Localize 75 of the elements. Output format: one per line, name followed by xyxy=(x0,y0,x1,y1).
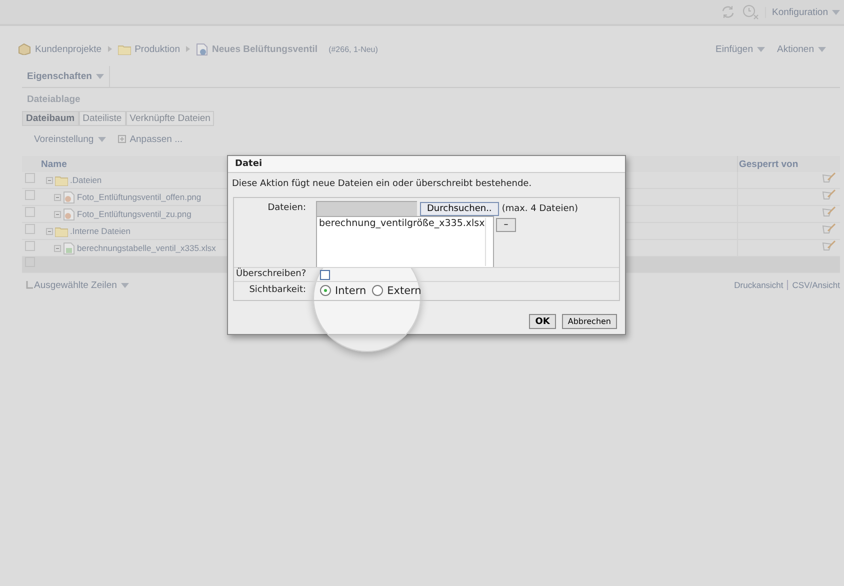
caret-icon xyxy=(818,46,826,52)
plus-box-icon[interactable] xyxy=(118,135,126,143)
row-checkbox[interactable] xyxy=(25,240,35,250)
field-label: Sichtbarkeit: xyxy=(234,281,316,299)
row-checkbox[interactable] xyxy=(25,172,35,182)
collapse-icon[interactable] xyxy=(46,228,53,234)
overwrite-checkbox[interactable] xyxy=(320,270,330,280)
collapse-icon[interactable] xyxy=(54,210,61,218)
row-checkbox[interactable] xyxy=(25,224,35,234)
file-name[interactable]: Foto_Entlüftungsventil_offen.png xyxy=(77,190,202,204)
selected-rows-menu[interactable]: Ausgewählte Zeilen xyxy=(34,280,129,290)
customize-link[interactable]: Anpassen ... xyxy=(130,134,182,144)
caret-icon xyxy=(96,74,104,79)
folder-icon xyxy=(55,226,68,236)
clock-icon[interactable] xyxy=(742,4,760,20)
folder-icon xyxy=(118,44,131,54)
dialog-button[interactable]: Abbrechen xyxy=(562,314,617,329)
edit-icon[interactable] xyxy=(822,223,836,234)
edit-icon[interactable] xyxy=(822,172,836,183)
caret-icon xyxy=(120,282,129,288)
file-name[interactable]: Foto_Entlüftungsventil_zu.png xyxy=(77,206,192,222)
edit-icon[interactable] xyxy=(822,240,836,251)
properties-tab[interactable]: Eigenschaften xyxy=(22,66,110,87)
file-name[interactable]: .Interne Dateien xyxy=(70,224,130,238)
browse-button[interactable]: Durchsuchen.. xyxy=(420,202,499,216)
column-header[interactable]: Name xyxy=(41,158,67,170)
radio-label[interactable]: Intern xyxy=(335,284,366,296)
edit-icon[interactable] xyxy=(822,189,836,200)
breadcrumb-item[interactable]: Kundenprojekte xyxy=(35,44,102,54)
file-path-field[interactable] xyxy=(316,201,417,217)
radio-button[interactable] xyxy=(320,285,331,296)
collapse-icon[interactable] xyxy=(54,244,61,252)
file-name[interactable]: .Dateien xyxy=(70,172,102,188)
row-checkbox[interactable] xyxy=(25,206,35,216)
radio-button[interactable] xyxy=(372,285,384,296)
view-tab[interactable]: Verknüpfte Dateien xyxy=(126,111,214,126)
folder-icon xyxy=(55,174,68,186)
export-link[interactable]: CSV/Ansicht xyxy=(787,280,840,290)
file-list-item[interactable]: berechnung_ventilgröße_x335.xlsx xyxy=(319,218,485,229)
image-file-icon xyxy=(63,208,75,220)
view-tab[interactable]: Dateiliste xyxy=(78,111,126,126)
action-menu[interactable]: Aktionen xyxy=(777,44,826,54)
chevron-icon xyxy=(108,46,112,52)
remove-button[interactable]: – xyxy=(496,218,516,232)
breadcrumb-item: Neues Belüftungsventil xyxy=(212,44,318,54)
caret-icon xyxy=(832,10,840,14)
record-number: (#266, 1-Neu) xyxy=(328,44,378,54)
collapse-icon[interactable] xyxy=(46,176,53,184)
radio-label[interactable]: Extern xyxy=(387,284,422,296)
document-icon xyxy=(196,42,208,56)
breadcrumb-item[interactable]: Produktion xyxy=(134,44,180,54)
file-name[interactable]: berechnungstabelle_ventil_x335.xlsx xyxy=(77,240,216,256)
dialog-button[interactable]: OK xyxy=(529,314,556,329)
dialog-title: Datei xyxy=(235,159,262,169)
image-file-icon xyxy=(63,190,75,204)
row-checkbox[interactable] xyxy=(25,257,35,267)
row-checkbox[interactable] xyxy=(25,190,35,200)
preset-menu[interactable]: Voreinstellung xyxy=(34,134,106,144)
view-tab[interactable]: Dateibaum xyxy=(22,111,79,126)
file-limit-note: (max. 4 Dateien) xyxy=(502,204,578,214)
dialog-description: Diese Aktion fügt neue Dateien ein oder überschreibt bestehende. xyxy=(231,178,533,191)
caret-icon xyxy=(757,46,766,52)
section-title: Dateiablage xyxy=(26,93,82,107)
caret-icon xyxy=(98,136,106,142)
field-label: Überschreiben? xyxy=(234,267,316,281)
configuration-menu[interactable]: Konfiguration xyxy=(765,6,840,18)
collapse-icon[interactable] xyxy=(54,194,61,200)
field-label: Dateien: xyxy=(266,202,307,215)
chevron-icon xyxy=(186,46,190,52)
file-list[interactable]: berechnung_ventilgröße_x335.xlsx xyxy=(316,216,494,268)
spreadsheet-file-icon xyxy=(63,242,75,254)
edit-icon[interactable] xyxy=(822,206,836,217)
action-menu[interactable]: Einfügen xyxy=(716,44,766,54)
export-link[interactable]: Druckansicht xyxy=(734,280,784,290)
refresh-icon[interactable] xyxy=(720,4,736,20)
